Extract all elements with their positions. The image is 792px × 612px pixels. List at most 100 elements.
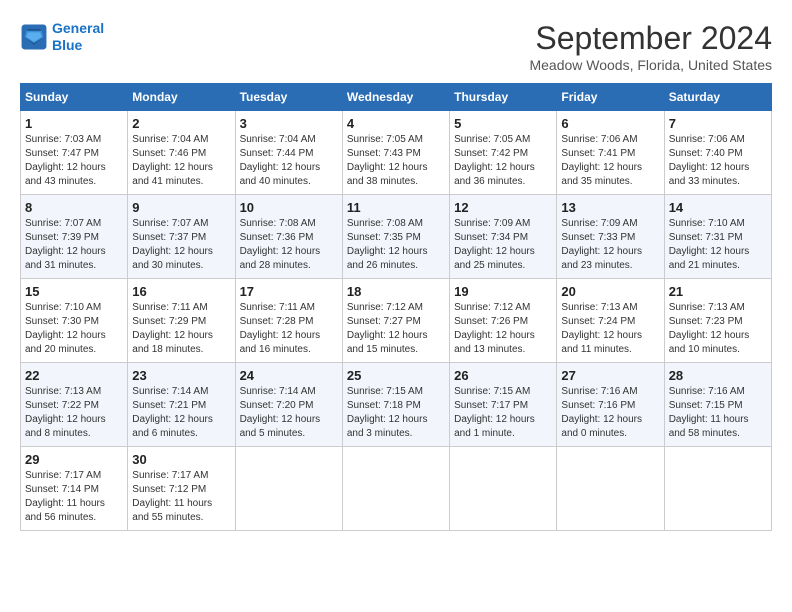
weekday-header-cell: Saturday xyxy=(664,84,771,111)
day-number: 18 xyxy=(347,284,445,299)
day-info: Sunrise: 7:10 AMSunset: 7:30 PMDaylight:… xyxy=(25,301,123,357)
day-number: 14 xyxy=(669,200,767,215)
calendar-day-cell: 27Sunrise: 7:16 AMSunset: 7:16 PMDayligh… xyxy=(557,363,664,447)
day-info: Sunrise: 7:16 AMSunset: 7:16 PMDaylight:… xyxy=(561,385,659,441)
day-info: Sunrise: 7:04 AMSunset: 7:46 PMDaylight:… xyxy=(132,133,230,189)
calendar-day-cell: 25 Sunrise: 7:15 AMSunset: 7:18 PMDayligh… xyxy=(342,363,449,447)
day-number: 15 xyxy=(25,284,123,299)
day-info: Sunrise: 7:07 AMSunset: 7:37 PMDaylight:… xyxy=(132,217,230,273)
weekday-header-row: SundayMondayTuesdayWednesdayThursdayFrid… xyxy=(21,84,772,111)
calendar-day-cell: 23 Sunrise: 7:14 AMSunset: 7:21 PMDayligh… xyxy=(128,363,235,447)
day-info: Sunrise: 7:13 AMSunset: 7:22 PMDaylight:… xyxy=(25,385,123,441)
calendar-day-cell: 7 Sunrise: 7:06 AMSunset: 7:40 PMDaylight… xyxy=(664,111,771,195)
logo-line2: Blue xyxy=(52,37,82,53)
calendar-day-cell: 30 Sunrise: 7:17 AMSunset: 7:12 PMDayligh… xyxy=(128,447,235,531)
day-number: 21 xyxy=(669,284,767,299)
day-number: 24 xyxy=(240,368,338,383)
calendar-day-cell: 2 Sunrise: 7:04 AMSunset: 7:46 PMDaylight… xyxy=(128,111,235,195)
day-number: 2 xyxy=(132,116,230,131)
location: Meadow Woods, Florida, United States xyxy=(529,57,772,73)
day-number: 11 xyxy=(347,200,445,215)
day-number: 23 xyxy=(132,368,230,383)
calendar-day-cell: 1 Sunrise: 7:03 AMSunset: 7:47 PMDaylight… xyxy=(21,111,128,195)
calendar-day-cell xyxy=(450,447,557,531)
calendar-day-cell: 4Sunrise: 7:05 AMSunset: 7:43 PMDaylight… xyxy=(342,111,449,195)
weekday-header-cell: Monday xyxy=(128,84,235,111)
calendar-day-cell: 10 Sunrise: 7:08 AMSunset: 7:36 PMDayligh… xyxy=(235,195,342,279)
weekday-header-cell: Wednesday xyxy=(342,84,449,111)
calendar-day-cell: 8 Sunrise: 7:07 AMSunset: 7:39 PMDaylight… xyxy=(21,195,128,279)
day-number: 8 xyxy=(25,200,123,215)
day-number: 26 xyxy=(454,368,552,383)
calendar-day-cell xyxy=(342,447,449,531)
day-info: Sunrise: 7:11 AMSunset: 7:28 PMDaylight:… xyxy=(240,301,338,357)
title-area: September 2024 Meadow Woods, Florida, Un… xyxy=(529,20,772,73)
day-number: 20 xyxy=(561,284,659,299)
calendar-week-row: 15 Sunrise: 7:10 AMSunset: 7:30 PMDayligh… xyxy=(21,279,772,363)
day-info: Sunrise: 7:07 AMSunset: 7:39 PMDaylight:… xyxy=(25,217,123,273)
logo-icon xyxy=(20,23,48,51)
day-info: Sunrise: 7:06 AMSunset: 7:40 PMDaylight:… xyxy=(669,133,767,189)
day-info: Sunrise: 7:12 AMSunset: 7:26 PMDaylight:… xyxy=(454,301,552,357)
calendar-week-row: 1 Sunrise: 7:03 AMSunset: 7:47 PMDaylight… xyxy=(21,111,772,195)
calendar-day-cell: 20Sunrise: 7:13 AMSunset: 7:24 PMDayligh… xyxy=(557,279,664,363)
day-info: Sunrise: 7:04 AMSunset: 7:44 PMDaylight:… xyxy=(240,133,338,189)
day-info: Sunrise: 7:15 AMSunset: 7:17 PMDaylight:… xyxy=(454,385,552,441)
day-info: Sunrise: 7:15 AMSunset: 7:18 PMDaylight:… xyxy=(347,385,445,441)
day-info: Sunrise: 7:09 AMSunset: 7:33 PMDaylight:… xyxy=(561,217,659,273)
calendar-day-cell: 19Sunrise: 7:12 AMSunset: 7:26 PMDayligh… xyxy=(450,279,557,363)
weekday-header-cell: Friday xyxy=(557,84,664,111)
day-number: 6 xyxy=(561,116,659,131)
calendar-day-cell xyxy=(557,447,664,531)
weekday-header-cell: Thursday xyxy=(450,84,557,111)
day-number: 16 xyxy=(132,284,230,299)
logo: General Blue xyxy=(20,20,104,54)
day-info: Sunrise: 7:10 AMSunset: 7:31 PMDaylight:… xyxy=(669,217,767,273)
day-info: Sunrise: 7:17 AMSunset: 7:12 PMDaylight:… xyxy=(132,469,230,525)
day-number: 7 xyxy=(669,116,767,131)
calendar-table: SundayMondayTuesdayWednesdayThursdayFrid… xyxy=(20,83,772,531)
calendar-day-cell: 24 Sunrise: 7:14 AMSunset: 7:20 PMDayligh… xyxy=(235,363,342,447)
weekday-header-cell: Tuesday xyxy=(235,84,342,111)
day-number: 30 xyxy=(132,452,230,467)
calendar-day-cell: 26 Sunrise: 7:15 AMSunset: 7:17 PMDayligh… xyxy=(450,363,557,447)
calendar-day-cell: 16 Sunrise: 7:11 AMSunset: 7:29 PMDayligh… xyxy=(128,279,235,363)
calendar-day-cell: 6 Sunrise: 7:06 AMSunset: 7:41 PMDaylight… xyxy=(557,111,664,195)
day-info: Sunrise: 7:16 AMSunset: 7:15 PMDaylight:… xyxy=(669,385,767,441)
day-number: 17 xyxy=(240,284,338,299)
calendar-day-cell: 15 Sunrise: 7:10 AMSunset: 7:30 PMDayligh… xyxy=(21,279,128,363)
day-number: 29 xyxy=(25,452,123,467)
day-number: 10 xyxy=(240,200,338,215)
day-info: Sunrise: 7:14 AMSunset: 7:20 PMDaylight:… xyxy=(240,385,338,441)
calendar-day-cell xyxy=(664,447,771,531)
day-info: Sunrise: 7:03 AMSunset: 7:47 PMDaylight:… xyxy=(25,133,123,189)
calendar-day-cell: 5Sunrise: 7:05 AMSunset: 7:42 PMDaylight… xyxy=(450,111,557,195)
logo-line1: General xyxy=(52,20,104,36)
day-number: 22 xyxy=(25,368,123,383)
calendar-day-cell: 12 Sunrise: 7:09 AMSunset: 7:34 PMDayligh… xyxy=(450,195,557,279)
calendar-day-cell: 11 Sunrise: 7:08 AMSunset: 7:35 PMDayligh… xyxy=(342,195,449,279)
day-info: Sunrise: 7:05 AMSunset: 7:42 PMDaylight:… xyxy=(454,133,552,189)
calendar-day-cell: 3 Sunrise: 7:04 AMSunset: 7:44 PMDaylight… xyxy=(235,111,342,195)
day-number: 1 xyxy=(25,116,123,131)
calendar-day-cell: 29Sunrise: 7:17 AMSunset: 7:14 PMDayligh… xyxy=(21,447,128,531)
header: General Blue September 2024 Meadow Woods… xyxy=(20,20,772,73)
calendar-day-cell: 21Sunrise: 7:13 AMSunset: 7:23 PMDayligh… xyxy=(664,279,771,363)
calendar-day-cell: 13Sunrise: 7:09 AMSunset: 7:33 PMDayligh… xyxy=(557,195,664,279)
day-info: Sunrise: 7:09 AMSunset: 7:34 PMDaylight:… xyxy=(454,217,552,273)
day-number: 28 xyxy=(669,368,767,383)
day-number: 25 xyxy=(347,368,445,383)
calendar-day-cell xyxy=(235,447,342,531)
day-info: Sunrise: 7:08 AMSunset: 7:36 PMDaylight:… xyxy=(240,217,338,273)
day-number: 3 xyxy=(240,116,338,131)
day-info: Sunrise: 7:08 AMSunset: 7:35 PMDaylight:… xyxy=(347,217,445,273)
calendar-week-row: 29Sunrise: 7:17 AMSunset: 7:14 PMDayligh… xyxy=(21,447,772,531)
calendar-day-cell: 9Sunrise: 7:07 AMSunset: 7:37 PMDaylight… xyxy=(128,195,235,279)
day-info: Sunrise: 7:14 AMSunset: 7:21 PMDaylight:… xyxy=(132,385,230,441)
day-info: Sunrise: 7:11 AMSunset: 7:29 PMDaylight:… xyxy=(132,301,230,357)
day-number: 12 xyxy=(454,200,552,215)
calendar-day-cell: 14 Sunrise: 7:10 AMSunset: 7:31 PMDayligh… xyxy=(664,195,771,279)
month-title: September 2024 xyxy=(529,20,772,57)
day-info: Sunrise: 7:06 AMSunset: 7:41 PMDaylight:… xyxy=(561,133,659,189)
calendar-week-row: 8 Sunrise: 7:07 AMSunset: 7:39 PMDaylight… xyxy=(21,195,772,279)
